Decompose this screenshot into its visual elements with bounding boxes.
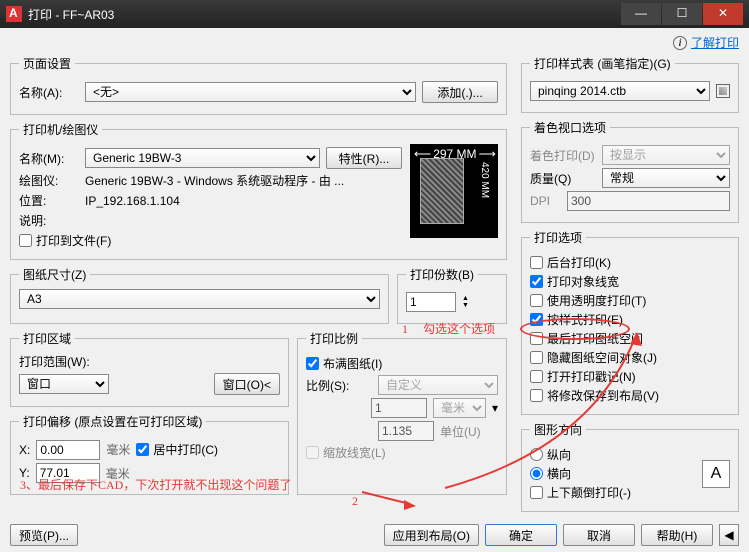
- opt-last[interactable]: 最后打印图纸空间: [530, 330, 730, 347]
- annotation-2: 2: [352, 494, 358, 509]
- scale-lw-check: 缩放线宽(L): [306, 444, 498, 461]
- annotation-3: 3、最后保存下CAD，下次打开就不出现这个问题了: [20, 476, 291, 493]
- opt-trans[interactable]: 使用透明度打印(T): [530, 292, 730, 309]
- paper-size-legend: 图纸尺寸(Z): [19, 266, 90, 283]
- printer-props-button[interactable]: 特性(R)...: [326, 147, 402, 169]
- center-check[interactable]: 居中打印(C): [136, 441, 218, 458]
- dpi-label: DPI: [530, 194, 561, 208]
- annotation-1: 1 勾选这个选项: [402, 320, 495, 337]
- orientation-group: 图形方向 纵向 横向 上下颠倒打印(-) A: [521, 421, 739, 512]
- paper-size-select[interactable]: A3: [19, 289, 380, 309]
- plot-style-legend: 打印样式表 (画笔指定)(G): [530, 55, 675, 72]
- expand-button[interactable]: ◀: [719, 524, 739, 546]
- upside-check[interactable]: 上下颠倒打印(-): [530, 484, 696, 501]
- print-to-file-check[interactable]: 打印到文件(F): [19, 232, 402, 249]
- paper-preview: ⟵297 MM⟶ 420 MM: [410, 144, 498, 238]
- ratio-label: 比例(S):: [306, 377, 372, 394]
- plot-options-group: 打印选项 后台打印(K) 打印对象线宽 使用透明度打印(T) 按样式打印(E) …: [521, 229, 739, 415]
- plot-area-group: 打印区域 打印范围(W): 窗口 窗口(O)<: [10, 330, 289, 407]
- dpi-input: [567, 191, 730, 211]
- info-icon[interactable]: i: [673, 36, 687, 50]
- opt-style[interactable]: 按样式打印(E): [530, 311, 730, 328]
- page-setup-group: 页面设置 名称(A): <无> 添加(.)...: [10, 55, 507, 115]
- shaded-legend: 着色视口选项: [530, 119, 610, 136]
- add-button[interactable]: 添加(.)...: [422, 81, 498, 103]
- spinner-icon[interactable]: ▲▼: [462, 295, 469, 309]
- opt-hide[interactable]: 隐藏图纸空间对象(J): [530, 349, 730, 366]
- printer-name-label: 名称(M):: [19, 150, 79, 167]
- scale-den: [378, 421, 434, 441]
- scale-den-unit: 单位(U): [440, 423, 481, 440]
- opt-lw[interactable]: 打印对象线宽: [530, 273, 730, 290]
- x-unit: 毫米: [106, 441, 130, 458]
- ratio-select: 自定义: [378, 375, 498, 395]
- opt-stamp[interactable]: 打开打印戳记(N): [530, 368, 730, 385]
- copies-group: 打印份数(B) ▲▼: [397, 266, 507, 324]
- location-label: 位置:: [19, 192, 79, 209]
- name-label: 名称(A):: [19, 84, 79, 101]
- apply-layout-button[interactable]: 应用到布局(O): [384, 524, 479, 546]
- shade-select: 按显示: [602, 145, 730, 165]
- cancel-button[interactable]: 取消: [563, 524, 635, 546]
- printer-group: 打印机/绘图仪 名称(M): Generic 19BW-3 特性(R)... 绘…: [10, 121, 507, 260]
- orientation-icon: A: [702, 460, 730, 488]
- print-to-file-checkbox[interactable]: [19, 234, 32, 247]
- plot-style-group: 打印样式表 (画笔指定)(G) pinqing 2014.ctb: [521, 55, 739, 113]
- plot-style-select[interactable]: pinqing 2014.ctb: [530, 81, 710, 101]
- quality-select[interactable]: 常规: [602, 168, 730, 188]
- portrait-radio[interactable]: 纵向: [530, 446, 696, 463]
- copies-input[interactable]: [406, 292, 456, 312]
- learn-print-link[interactable]: 了解打印: [691, 34, 739, 51]
- preview-button[interactable]: 预览(P)...: [10, 524, 78, 546]
- plot-what-label: 打印范围(W):: [19, 353, 280, 370]
- edit-style-icon[interactable]: [716, 84, 730, 98]
- maximize-button[interactable]: ☐: [662, 3, 702, 25]
- description-label: 说明:: [19, 212, 79, 229]
- quality-label: 质量(Q): [530, 170, 596, 187]
- landscape-radio[interactable]: 横向: [530, 465, 696, 482]
- minimize-button[interactable]: —: [621, 3, 661, 25]
- location-value: IP_192.168.1.104: [85, 194, 180, 208]
- window-title: 打印 - FF~AR03: [28, 6, 620, 23]
- shade-label: 着色打印(D): [530, 147, 596, 164]
- offset-legend: 打印偏移 (原点设置在可打印区域): [19, 413, 206, 430]
- plot-what-select[interactable]: 窗口: [19, 374, 109, 394]
- scale-group: 打印比例 布满图纸(I) 比例(S): 自定义 毫米 ▾: [297, 330, 507, 495]
- options-legend: 打印选项: [530, 229, 586, 246]
- window-pick-button[interactable]: 窗口(O)<: [214, 373, 280, 395]
- ok-button[interactable]: 确定: [485, 524, 557, 546]
- plot-area-legend: 打印区域: [19, 330, 75, 347]
- x-input[interactable]: [36, 440, 100, 460]
- opt-bg[interactable]: 后台打印(K): [530, 254, 730, 271]
- fit-to-paper-check[interactable]: 布满图纸(I): [306, 355, 498, 372]
- page-setup-name-select[interactable]: <无>: [85, 82, 416, 102]
- scale-num-unit: 毫米: [433, 398, 486, 418]
- plotter-value: Generic 19BW-3 - Windows 系统驱动程序 - 由 ...: [85, 172, 402, 189]
- paper-size-group: 图纸尺寸(Z) A3: [10, 266, 389, 324]
- page-setup-legend: 页面设置: [19, 55, 75, 72]
- opt-save[interactable]: 将修改保存到布局(V): [530, 387, 730, 404]
- close-button[interactable]: ✕: [703, 3, 743, 25]
- printer-name-select[interactable]: Generic 19BW-3: [85, 148, 320, 168]
- copies-legend: 打印份数(B): [406, 266, 478, 283]
- help-button[interactable]: 帮助(H): [641, 524, 713, 546]
- titlebar: 打印 - FF~AR03 — ☐ ✕: [0, 0, 749, 28]
- scale-num: [371, 398, 427, 418]
- shaded-viewport-group: 着色视口选项 着色打印(D) 按显示 质量(Q) 常规 DPI: [521, 119, 739, 223]
- plotter-label: 绘图仪:: [19, 172, 79, 189]
- x-label: X:: [19, 443, 30, 457]
- printer-legend: 打印机/绘图仪: [19, 121, 102, 138]
- orientation-legend: 图形方向: [530, 421, 586, 438]
- scale-legend: 打印比例: [306, 330, 362, 347]
- app-icon: [6, 6, 22, 22]
